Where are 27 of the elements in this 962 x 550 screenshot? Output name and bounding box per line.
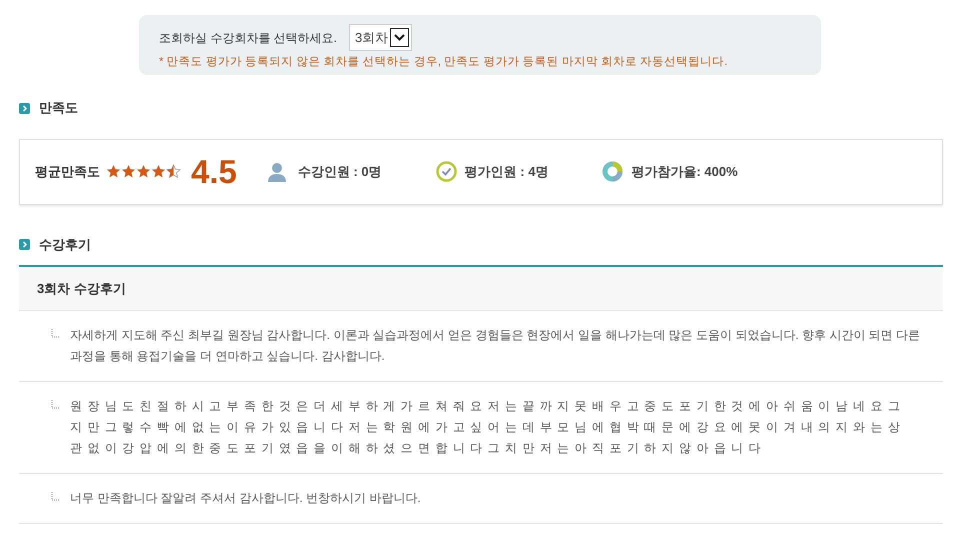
review-title: 3회차 수강후기 bbox=[37, 280, 126, 298]
star-icon bbox=[121, 164, 136, 180]
donut-icon bbox=[602, 161, 624, 182]
star-icon bbox=[106, 164, 121, 180]
session-dropdown[interactable]: 3회차 bbox=[349, 24, 412, 51]
chevron-icon bbox=[19, 102, 30, 114]
star-icon bbox=[166, 164, 181, 180]
review-text: 원장님도친절하시고부족한것은더세부하게가르쳐줘요저는끝까지못배우고중도포기한것에아쉬움이남네요그지만그렇수빡에없는이유가있읍니다저는학원에가고싶어는데부모님에협박때문에강요에못이겨내의지와는상관없이강압에의한중도포기였읍을이해하셨으면합니다그치만저는아직포기하지않아읍니다 bbox=[70, 398, 906, 458]
section-heading: 수강후기 bbox=[39, 236, 91, 254]
participation-rate: 평가참가율: 400% bbox=[631, 163, 738, 181]
check-circle-icon bbox=[436, 161, 457, 182]
bullet-icon bbox=[51, 329, 60, 338]
star-icon bbox=[136, 164, 151, 180]
selector-label: 조회하실 수강회차를 선택하세요. bbox=[159, 30, 338, 46]
enrolled-count: 수강인원 : 0명 bbox=[298, 163, 382, 181]
review-text: 너무 만족합니다 잘알려 주셔서 감사합니다. 번창하시기 바랍니다. bbox=[70, 490, 422, 508]
notice-text: * 만족도 평가가 등록되지 않은 회차를 선택하는 경우, 만족도 평가가 등록된 마지막 회차로 자동선택됩니다. bbox=[159, 55, 728, 70]
person-icon bbox=[266, 162, 287, 182]
score-value: 4.5 bbox=[191, 155, 237, 188]
section-heading: 만족도 bbox=[39, 99, 78, 118]
average-label: 평균만족도 bbox=[35, 163, 100, 181]
evaluator-count: 평가인원 : 4명 bbox=[464, 163, 548, 181]
chevron-icon bbox=[19, 239, 30, 250]
review-text: 자세하게 지도해 주신 최부길 원장님 감사합니다. 이론과 실습과정에서 얻은 경험들은 현장에서 일을 해나가는데 많은 도움이 되었습니다. 향후 시간이 되면 다른 과정을 통해 용접기술을 더 연마하고 싶습니다. 감사합니다. bbox=[70, 327, 920, 366]
bullet-icon bbox=[51, 400, 60, 410]
bullet-icon bbox=[51, 492, 60, 502]
caret-icon bbox=[390, 28, 410, 47]
